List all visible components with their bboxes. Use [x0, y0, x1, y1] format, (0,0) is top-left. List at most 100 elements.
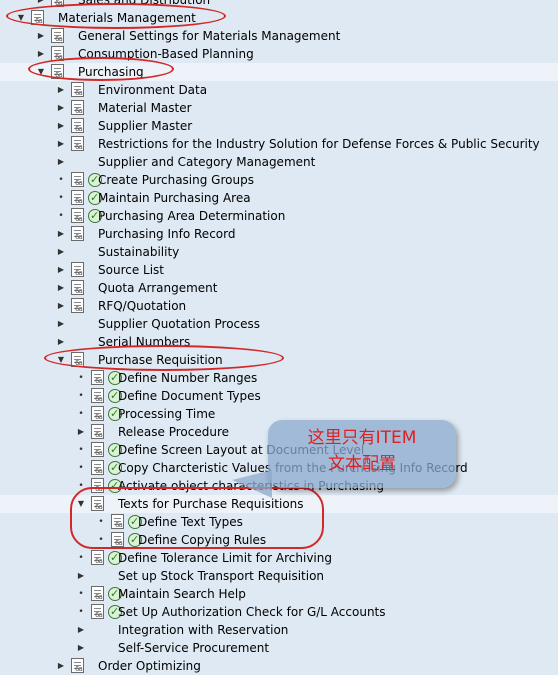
glasses-glyph: 6a: [75, 143, 83, 151]
triangle-right-icon[interactable]: ▶: [56, 117, 66, 135]
tree-node[interactable]: ▶ 6a Material Master: [0, 99, 558, 117]
tree-node[interactable]: ▶ 6a Source List: [0, 261, 558, 279]
triangle-right-icon[interactable]: ▶: [56, 243, 66, 261]
document-glasses-icon[interactable]: 6a: [71, 262, 84, 277]
document-glasses-icon[interactable]: 6a: [91, 604, 104, 619]
tree-node-label[interactable]: Order Optimizing: [98, 657, 201, 675]
bullet-icon: •: [78, 409, 84, 419]
tree-node-label[interactable]: Restrictions for the Industry Solution f…: [98, 135, 540, 153]
glasses-glyph: 6a: [75, 89, 83, 97]
tree-node[interactable]: • 6a Create Purchasing Groups: [0, 171, 558, 189]
tree-node[interactable]: ▶ Supplier Quotation Process: [0, 315, 558, 333]
tree-node[interactable]: • 6a Define Tolerance Limit for Archiving: [0, 549, 558, 567]
document-glasses-icon[interactable]: 6a: [71, 190, 84, 205]
triangle-right-icon[interactable]: ▶: [56, 99, 66, 117]
callout-pointer: [232, 470, 272, 498]
glasses-glyph: 6a: [95, 449, 103, 457]
tree-node[interactable]: ▶ 6a General Settings for Materials Manage…: [0, 27, 558, 45]
tree-node-label[interactable]: Integration with Reservation: [118, 621, 288, 639]
tree-node[interactable]: ▶ Set up Stock Transport Requisition: [0, 567, 558, 585]
tree-node[interactable]: ▶ Self-Service Procurement: [0, 639, 558, 657]
tree-node-label[interactable]: Set up Stock Transport Requisition: [118, 567, 324, 585]
document-glasses-icon[interactable]: 6a: [71, 82, 84, 97]
triangle-right-icon[interactable]: ▶: [56, 657, 66, 675]
tree-node-label[interactable]: Sustainability: [98, 243, 179, 261]
document-glasses-icon[interactable]: 6a: [71, 280, 84, 295]
tree-node[interactable]: • 6a Maintain Purchasing Area: [0, 189, 558, 207]
tree-node-label[interactable]: Maintain Search Help: [118, 585, 246, 603]
tree-node[interactable]: ▶ 6a RFQ/Quotation: [0, 297, 558, 315]
document-glasses-icon[interactable]: 6a: [71, 208, 84, 223]
tree-node-label[interactable]: RFQ/Quotation: [98, 297, 186, 315]
triangle-right-icon[interactable]: ▶: [76, 423, 86, 441]
triangle-right-icon[interactable]: ▶: [56, 81, 66, 99]
triangle-right-icon[interactable]: ▶: [76, 567, 86, 585]
tree-node-label[interactable]: Purchasing Info Record: [98, 225, 235, 243]
tree-node-label[interactable]: Set Up Authorization Check for G/L Accou…: [118, 603, 386, 621]
tree-node-label[interactable]: Define Tolerance Limit for Archiving: [118, 549, 332, 567]
tree-node-label[interactable]: Define Document Types: [118, 387, 261, 405]
tree-node[interactable]: ▶ 6a Purchasing Info Record: [0, 225, 558, 243]
document-glasses-icon[interactable]: 6a: [91, 442, 104, 457]
bullet-icon: •: [78, 445, 84, 455]
document-glasses-icon[interactable]: 6a: [91, 388, 104, 403]
glasses-glyph: 6a: [95, 395, 103, 403]
tree-node[interactable]: ▶ 6a Restrictions for the Industry Solutio…: [0, 135, 558, 153]
triangle-right-icon[interactable]: ▶: [56, 279, 66, 297]
triangle-right-icon[interactable]: ▶: [56, 225, 66, 243]
document-glasses-icon[interactable]: 6a: [71, 226, 84, 241]
tree-node-label[interactable]: Environment Data: [98, 81, 207, 99]
document-glasses-icon[interactable]: 6a: [51, 28, 64, 43]
triangle-right-icon[interactable]: ▶: [56, 153, 66, 171]
triangle-right-icon[interactable]: ▶: [36, 27, 46, 45]
tree-node[interactable]: • 6a Define Number Ranges: [0, 369, 558, 387]
tree-node-label[interactable]: Supplier and Category Management: [98, 153, 315, 171]
tree-node[interactable]: ▶ Sustainability: [0, 243, 558, 261]
tree-node-label[interactable]: Processing Time: [118, 405, 215, 423]
tree-node-label[interactable]: Supplier Quotation Process: [98, 315, 260, 333]
triangle-right-icon[interactable]: ▶: [56, 135, 66, 153]
tree-node-label[interactable]: Release Procedure: [118, 423, 229, 441]
tree-node-label[interactable]: Purchasing Area Determination: [98, 207, 285, 225]
tree-node[interactable]: • 6a Define Document Types: [0, 387, 558, 405]
tree-node-label[interactable]: Material Master: [98, 99, 192, 117]
tree-node-label[interactable]: Maintain Purchasing Area: [98, 189, 251, 207]
tree-node-label[interactable]: Define Number Ranges: [118, 369, 257, 387]
tree-node-label[interactable]: Self-Service Procurement: [118, 639, 269, 657]
document-glasses-icon[interactable]: 6a: [91, 550, 104, 565]
triangle-right-icon[interactable]: ▶: [56, 315, 66, 333]
tree-node-label[interactable]: Supplier Master: [98, 117, 192, 135]
tree-node[interactable]: • 6a Purchasing Area Determination: [0, 207, 558, 225]
document-glasses-icon[interactable]: 6a: [91, 586, 104, 601]
tree-node[interactable]: ▶ 6a Quota Arrangement: [0, 279, 558, 297]
tree-node[interactable]: ▶ Integration with Reservation: [0, 621, 558, 639]
tree-node[interactable]: ▶ Supplier and Category Management: [0, 153, 558, 171]
document-glasses-icon[interactable]: 6a: [71, 100, 84, 115]
tree-node[interactable]: • 6a Set Up Authorization Check for G/L Ac…: [0, 603, 558, 621]
document-glasses-icon[interactable]: 6a: [71, 136, 84, 151]
bullet-icon: •: [78, 607, 84, 617]
document-glasses-icon[interactable]: 6a: [71, 298, 84, 313]
glasses-glyph: 6a: [75, 233, 83, 241]
tree-node[interactable]: • 6a Maintain Search Help: [0, 585, 558, 603]
triangle-right-icon[interactable]: ▶: [76, 639, 86, 657]
triangle-right-icon[interactable]: ▶: [56, 333, 66, 351]
document-glasses-icon[interactable]: 6a: [91, 406, 104, 421]
triangle-right-icon[interactable]: ▶: [56, 297, 66, 315]
document-glasses-icon[interactable]: 6a: [71, 118, 84, 133]
document-glasses-icon[interactable]: 6a: [91, 460, 104, 475]
tree-node[interactable]: ▶ 6a Environment Data: [0, 81, 558, 99]
tree-node[interactable]: ▶ 6a Supplier Master: [0, 117, 558, 135]
document-glasses-icon[interactable]: 6a: [91, 370, 104, 385]
triangle-right-icon[interactable]: ▶: [76, 621, 86, 639]
tree-node[interactable]: ▶ 6a Order Optimizing: [0, 657, 558, 675]
tree-node-label[interactable]: Create Purchasing Groups: [98, 171, 254, 189]
document-glasses-icon[interactable]: 6a: [91, 424, 104, 439]
document-glasses-icon[interactable]: 6a: [71, 172, 84, 187]
tree-node-label[interactable]: Source List: [98, 261, 164, 279]
document-glasses-icon[interactable]: 6a: [71, 658, 84, 673]
tree-node-label[interactable]: Quota Arrangement: [98, 279, 217, 297]
highlight-purchase-requisition: [44, 345, 284, 371]
tree-node-label[interactable]: General Settings for Materials Managemen…: [78, 27, 340, 45]
triangle-right-icon[interactable]: ▶: [56, 261, 66, 279]
